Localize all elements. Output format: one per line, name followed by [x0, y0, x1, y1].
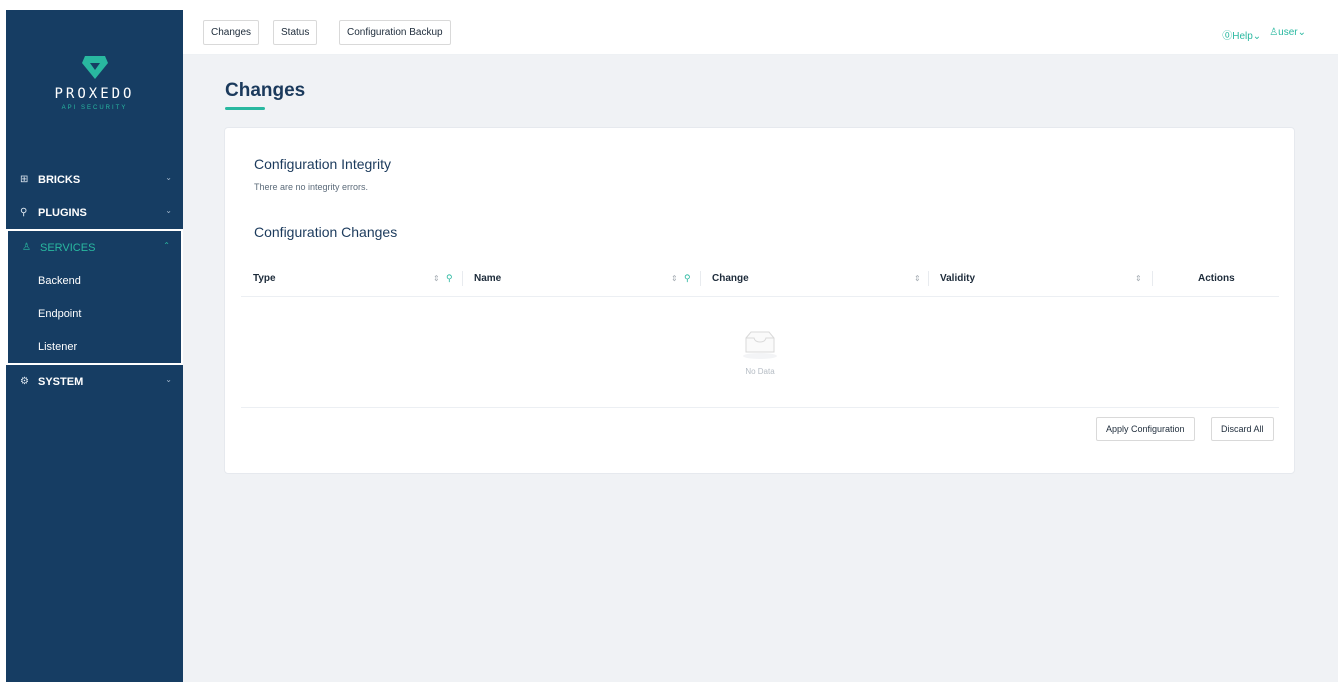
empty-inbox-icon [743, 331, 777, 359]
apply-configuration-button[interactable]: Apply Configuration [1096, 417, 1195, 441]
brand-tagline: API SECURITY [61, 105, 128, 111]
discard-all-button[interactable]: Discard All [1211, 417, 1274, 441]
chevron-down-icon: ⌄ [1252, 31, 1262, 42]
sidebar-item-label: PLUGINS [38, 206, 87, 219]
sort-icon[interactable]: ⇕ [671, 260, 678, 297]
changes-title: Configuration Changes [254, 224, 398, 240]
brand-logo[interactable]: PROXEDO API SECURITY [6, 54, 183, 134]
column-header-change[interactable]: Change [712, 260, 749, 297]
chevron-down-icon: ⌄ [165, 375, 172, 384]
sidebar-item-label: SYSTEM [38, 375, 84, 388]
tab-changes[interactable]: Changes [203, 20, 260, 45]
main-content: Changes Configuration Integrity There ar… [183, 55, 1338, 682]
sidebar-nav: ⊞ BRICKS ⌄ ⚲ PLUGINS ⌄ ♙ SERVICES ⌃ Back… [6, 163, 183, 398]
user-menu[interactable]: ♙user⌄ [1269, 27, 1306, 42]
empty-text: No Data [745, 367, 775, 376]
sidebar: PROXEDO API SECURITY ⊞ BRICKS ⌄ ⚲ PLUGIN… [6, 10, 183, 682]
table-empty-state: No Data [241, 298, 1279, 408]
chevron-up-icon: ⌃ [163, 241, 170, 250]
sidebar-item-label: BRICKS [38, 173, 81, 186]
help-circle-icon: ⓪ [1222, 31, 1233, 42]
integrity-text: There are no integrity errors. [254, 182, 369, 192]
column-header-type[interactable]: Type [253, 260, 276, 297]
chevron-down-icon: ⌄ [165, 206, 172, 215]
changes-card: Configuration Integrity There are no int… [224, 127, 1295, 474]
gear-icon: ⚙ [20, 376, 29, 387]
title-underline [225, 107, 265, 110]
integrity-title: Configuration Integrity [254, 156, 391, 172]
column-divider [928, 271, 929, 286]
bricks-icon: ⊞ [20, 174, 29, 185]
column-header-validity[interactable]: Validity [940, 260, 975, 297]
sidebar-item-services[interactable]: ♙ SERVICES ⌃ [8, 231, 181, 264]
search-icon[interactable]: ⚲ [446, 260, 453, 297]
plug-icon: ⚲ [20, 207, 28, 218]
sort-icon[interactable]: ⇕ [914, 260, 921, 297]
help-menu[interactable]: ⓪Help⌄ [1222, 27, 1261, 42]
chevron-down-icon: ⌄ [165, 173, 172, 182]
brand-name: PROXEDO [54, 86, 135, 102]
column-divider [1152, 271, 1153, 286]
sidebar-subitem-backend[interactable]: Backend [8, 264, 181, 297]
sidebar-subitem-endpoint[interactable]: Endpoint [8, 297, 181, 330]
proxedo-logo-icon [81, 56, 108, 79]
tab-configuration-backup[interactable]: Configuration Backup [339, 20, 451, 45]
sidebar-item-label: SERVICES [40, 241, 96, 254]
table-header: Type ⇕ ⚲ Name ⇕ ⚲ Change ⇕ Validity ⇕ Ac… [241, 260, 1279, 297]
sort-icon[interactable]: ⇕ [433, 260, 440, 297]
top-bar: Changes Status Configuration Backup ⓪Hel… [183, 10, 1338, 55]
sidebar-group-services: ♙ SERVICES ⌃ Backend Endpoint Listener [6, 229, 183, 365]
search-icon[interactable]: ⚲ [684, 260, 691, 297]
sidebar-item-system[interactable]: ⚙ SYSTEM ⌄ [6, 365, 183, 398]
sidebar-subitem-listener[interactable]: Listener [8, 330, 181, 363]
help-label: Help [1232, 31, 1253, 42]
tab-status[interactable]: Status [273, 20, 318, 45]
services-icon: ♙ [22, 242, 31, 253]
column-header-actions: Actions [1198, 273, 1235, 284]
column-divider [462, 271, 463, 286]
user-icon: ♙ [1269, 27, 1279, 38]
sort-icon[interactable]: ⇕ [1135, 260, 1142, 297]
user-label: user [1278, 27, 1298, 38]
top-right-menu: ⓪Help⌄ ♙user⌄ [1222, 27, 1306, 42]
sidebar-item-bricks[interactable]: ⊞ BRICKS ⌄ [6, 163, 183, 196]
page-title: Changes [225, 80, 306, 101]
column-divider [700, 271, 701, 286]
column-header-name[interactable]: Name [474, 260, 501, 297]
sidebar-item-plugins[interactable]: ⚲ PLUGINS ⌄ [6, 196, 183, 229]
chevron-down-icon: ⌄ [1297, 27, 1306, 38]
